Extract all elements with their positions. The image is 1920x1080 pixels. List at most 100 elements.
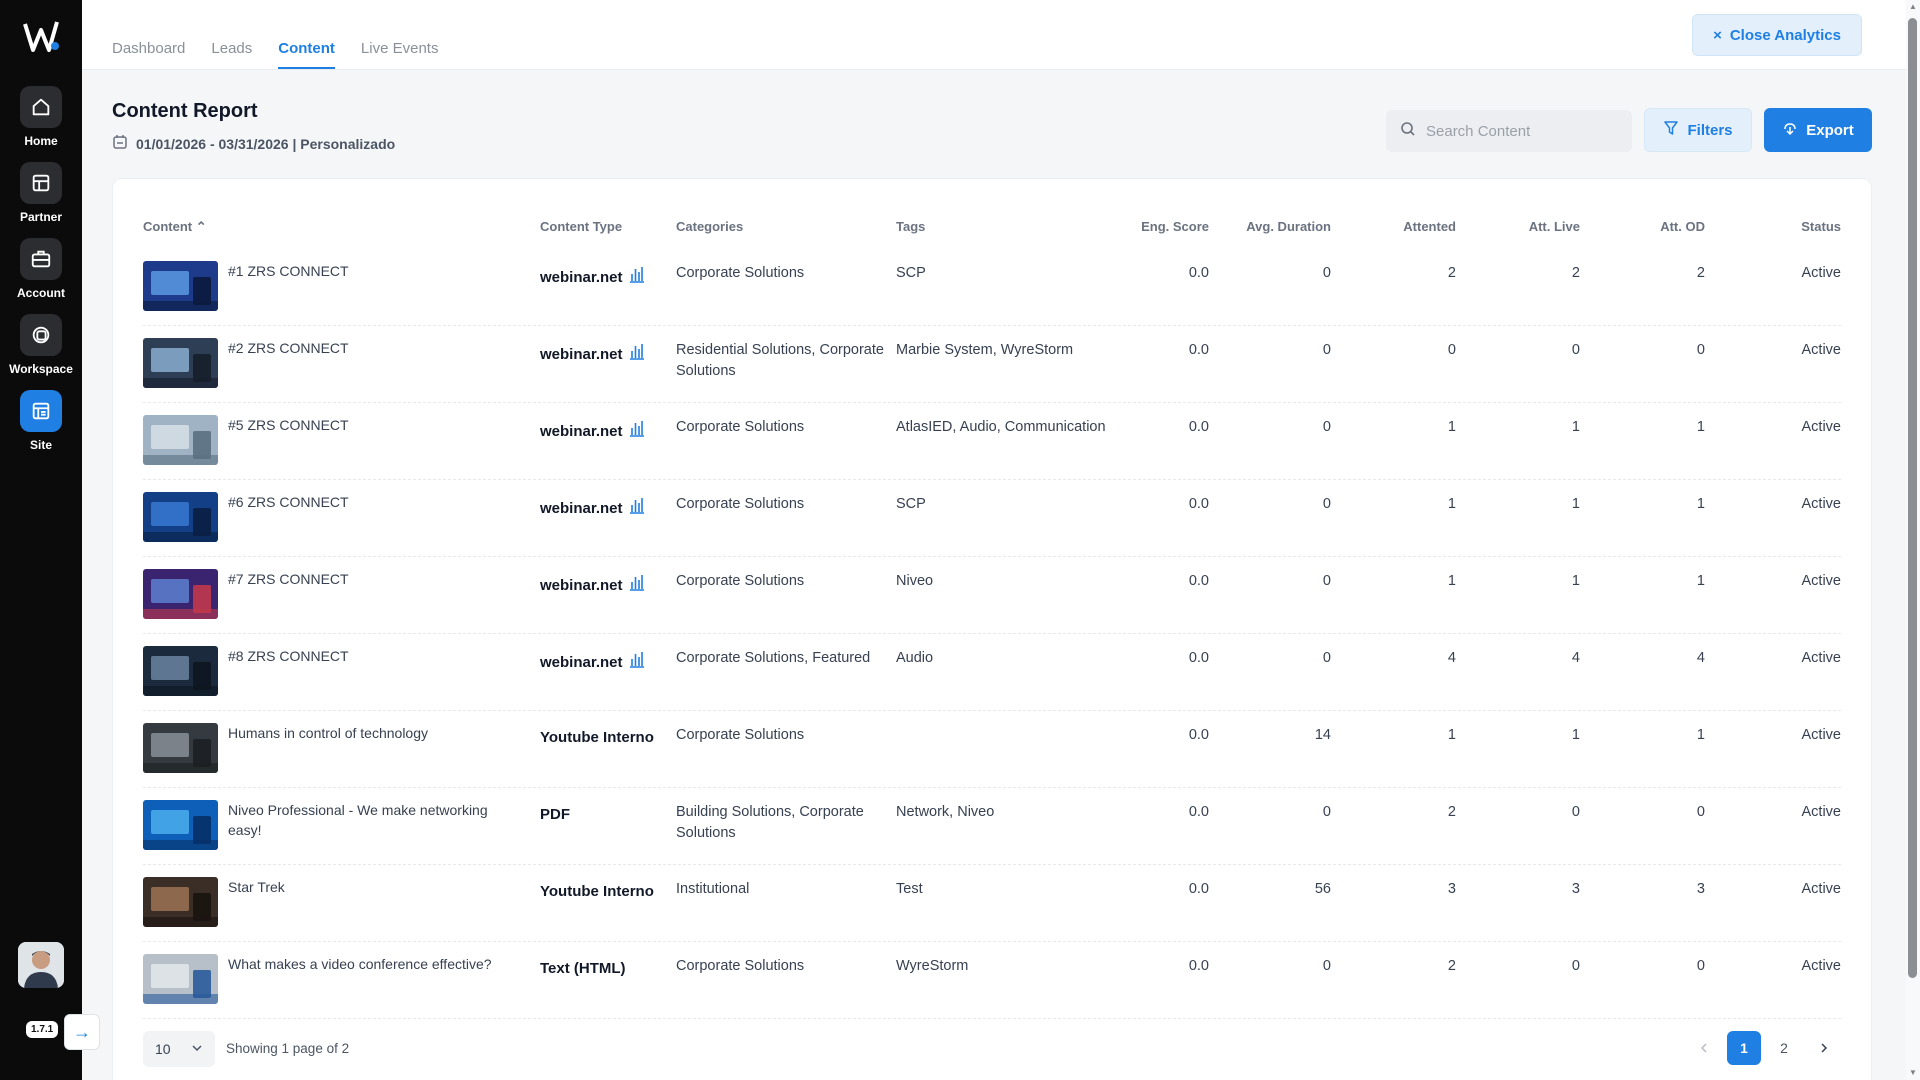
content-categories: Corporate Solutions xyxy=(676,496,805,512)
table-row[interactable]: Star Trek Youtube Interno Institutional … xyxy=(143,865,1841,942)
download-icon xyxy=(1782,120,1798,140)
analytics-chart-icon[interactable] xyxy=(629,265,645,289)
column-header-eng-score[interactable]: Eng. Score xyxy=(1141,219,1209,234)
content-thumbnail[interactable] xyxy=(143,338,218,388)
tab-live-events[interactable]: Live Events xyxy=(361,40,439,69)
column-header-status[interactable]: Status xyxy=(1801,219,1841,234)
export-button[interactable]: Export xyxy=(1764,108,1872,152)
table-row[interactable]: #5 ZRS CONNECT webinar.net Corporate Sol… xyxy=(143,403,1841,480)
column-header-att-live[interactable]: Att. Live xyxy=(1529,219,1580,234)
scroll-thumb[interactable] xyxy=(1908,18,1917,978)
page-button-2[interactable]: 2 xyxy=(1767,1031,1801,1065)
content-title[interactable]: #5 ZRS CONNECT xyxy=(228,415,498,435)
table-row[interactable]: Humans in control of technology Youtube … xyxy=(143,711,1841,788)
chevron-right-icon xyxy=(1821,1043,1828,1053)
sidebar-item-account[interactable]: Account xyxy=(0,238,82,314)
column-header-content[interactable]: Content ⌃ xyxy=(143,219,207,235)
analytics-chart-icon[interactable] xyxy=(629,573,645,597)
table-row[interactable]: What makes a video conference effective?… xyxy=(143,942,1841,1019)
scroll-down-icon[interactable]: ▼ xyxy=(1908,1068,1918,1078)
sidebar-item-partner[interactable]: Partner xyxy=(0,162,82,238)
avg-duration: 0 xyxy=(1322,958,1331,974)
sidebar-item-label: Home xyxy=(24,134,58,148)
tab-content[interactable]: Content xyxy=(278,40,335,69)
content-thumbnail[interactable] xyxy=(143,723,218,773)
att-od-count: 3 xyxy=(1696,881,1705,897)
content-thumbnail[interactable] xyxy=(143,877,218,927)
filters-button[interactable]: Filters xyxy=(1644,108,1752,152)
content-type: Text (HTML) xyxy=(540,960,626,977)
eng-score: 0.0 xyxy=(1188,727,1209,743)
content-categories: Corporate Solutions xyxy=(676,419,805,435)
column-header-tags[interactable]: Tags xyxy=(896,219,925,234)
content-tags: SCP xyxy=(896,265,926,281)
attended-count: 1 xyxy=(1447,496,1456,512)
arrow-right-icon: → xyxy=(73,1021,91,1042)
workspace-icon xyxy=(20,314,62,356)
sidebar-item-home[interactable]: Home xyxy=(0,86,82,162)
pagination: 1 2 xyxy=(1687,1031,1841,1065)
sidebar-item-site[interactable]: Site xyxy=(0,390,82,466)
eng-score: 0.0 xyxy=(1188,958,1209,974)
sidebar-item-workspace[interactable]: Workspace xyxy=(0,314,82,390)
tab-leads[interactable]: Leads xyxy=(211,40,252,69)
avatar[interactable] xyxy=(18,942,64,988)
content-title[interactable]: Niveo Professional - We make networking … xyxy=(228,800,498,840)
table-row[interactable]: Niveo Professional - We make networking … xyxy=(143,788,1841,865)
content-title[interactable]: Humans in control of technology xyxy=(228,723,498,743)
content-title[interactable]: #2 ZRS CONNECT xyxy=(228,338,498,358)
content-thumbnail[interactable] xyxy=(143,954,218,1004)
content-tags: Network, Niveo xyxy=(896,804,995,820)
column-header-attended[interactable]: Attented xyxy=(1403,219,1456,234)
content-title[interactable]: #8 ZRS CONNECT xyxy=(228,646,498,666)
column-header-att-od[interactable]: Att. OD xyxy=(1660,219,1705,234)
content-type: webinar.net xyxy=(540,573,645,597)
content-thumbnail[interactable] xyxy=(143,569,218,619)
table-row[interactable]: #8 ZRS CONNECT webinar.net Corporate Sol… xyxy=(143,634,1841,711)
analytics-chart-icon[interactable] xyxy=(629,650,645,674)
analytics-chart-icon[interactable] xyxy=(629,419,645,443)
page-scrollbar[interactable]: ▲ ▼ xyxy=(1906,0,1920,1080)
analytics-chart-icon[interactable] xyxy=(629,496,645,520)
content-thumbnail[interactable] xyxy=(143,646,218,696)
content-title[interactable]: #1 ZRS CONNECT xyxy=(228,261,498,281)
table-row[interactable]: #7 ZRS CONNECT webinar.net Corporate Sol… xyxy=(143,557,1841,634)
analytics-chart-icon[interactable] xyxy=(629,342,645,366)
app-logo[interactable] xyxy=(19,14,63,58)
avg-duration: 0 xyxy=(1322,342,1331,358)
close-analytics-button[interactable]: × Close Analytics xyxy=(1692,14,1862,56)
column-header-content-type[interactable]: Content Type xyxy=(540,219,622,234)
status-text: Active xyxy=(1801,419,1842,435)
content-title[interactable]: #7 ZRS CONNECT xyxy=(228,569,498,589)
content-categories: Corporate Solutions, Featured xyxy=(676,650,871,666)
site-icon xyxy=(20,390,62,432)
content-title[interactable]: Star Trek xyxy=(228,877,498,897)
expand-sidebar-button[interactable]: → xyxy=(64,1014,100,1050)
avg-duration: 0 xyxy=(1322,650,1331,666)
page-size-select[interactable]: 10 xyxy=(143,1031,215,1067)
date-range: 01/01/2026 - 03/31/2026 | Personalizado xyxy=(112,134,395,153)
content-thumbnail[interactable] xyxy=(143,800,218,850)
table-row[interactable]: #6 ZRS CONNECT webinar.net Corporate Sol… xyxy=(143,480,1841,557)
tab-dashboard[interactable]: Dashboard xyxy=(112,40,185,69)
column-header-categories[interactable]: Categories xyxy=(676,219,743,234)
search-input[interactable] xyxy=(1426,122,1616,140)
content-thumbnail[interactable] xyxy=(143,261,218,311)
scroll-up-icon[interactable]: ▲ xyxy=(1908,2,1918,12)
attended-count: 4 xyxy=(1447,650,1456,666)
table-row[interactable]: #2 ZRS CONNECT webinar.net Residential S… xyxy=(143,326,1841,403)
avg-duration: 56 xyxy=(1314,881,1331,897)
content-title[interactable]: #6 ZRS CONNECT xyxy=(228,492,498,512)
content-thumbnail[interactable] xyxy=(143,415,218,465)
content-title[interactable]: What makes a video conference effective? xyxy=(228,954,498,974)
next-page-button[interactable] xyxy=(1807,1031,1841,1065)
prev-page-button[interactable] xyxy=(1687,1031,1721,1065)
page-button-1[interactable]: 1 xyxy=(1727,1031,1761,1065)
content-categories: Corporate Solutions xyxy=(676,727,805,743)
status-text: Active xyxy=(1801,804,1842,820)
column-header-avg-duration[interactable]: Avg. Duration xyxy=(1246,219,1331,234)
content-thumbnail[interactable] xyxy=(143,492,218,542)
table-row[interactable]: #1 ZRS CONNECT webinar.net Corporate Sol… xyxy=(143,249,1841,326)
avg-duration: 0 xyxy=(1322,419,1331,435)
att-live-count: 1 xyxy=(1571,419,1580,435)
